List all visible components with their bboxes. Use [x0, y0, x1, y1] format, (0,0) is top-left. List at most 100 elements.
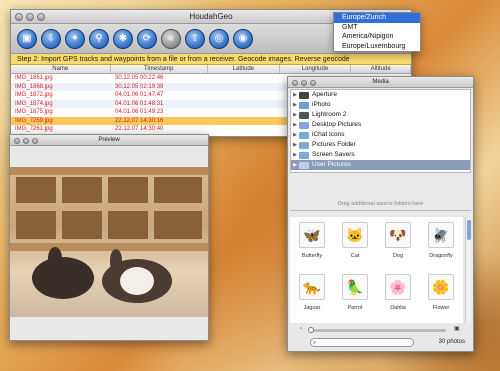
source-item-user-pictures[interactable]: ▶ User Pictures: [291, 160, 470, 170]
photo-count: 30 photos: [438, 339, 465, 345]
file-name: IMG_1875.jpg: [15, 109, 53, 115]
drop-area[interactable]: Drag additional source folders here: [290, 173, 471, 211]
window-controls: [15, 13, 45, 21]
thumbnail-cat[interactable]: 🐱 Cat: [335, 219, 375, 267]
map-button[interactable]: ◎: [209, 28, 229, 49]
disclosure-triangle-icon[interactable]: ▶: [291, 90, 299, 100]
file-name: IMG_1868.jpg: [15, 83, 53, 90]
source-item-aperture[interactable]: ▶ Aperture: [291, 90, 470, 100]
zoom-button[interactable]: [37, 13, 45, 21]
disclosure-triangle-icon[interactable]: ▶: [291, 110, 299, 120]
butterfly-icon: 🦋: [299, 222, 325, 248]
scrollbar-thumb[interactable]: [467, 220, 471, 240]
source-list: ▶ Aperture ▶ iPhoto ▶ Lightroom 2 ▶ Desktop …: [290, 89, 471, 173]
disclosure-triangle-icon[interactable]: ▶: [291, 120, 299, 130]
preview-window: Preview: [9, 134, 209, 341]
thumbnail-jaguar[interactable]: 🐆 Jaguar: [292, 271, 332, 319]
source-item-pictures-folder[interactable]: ▶ Pictures Folder: [291, 140, 470, 150]
timestamp: 04.01.06 01:48:31: [115, 100, 164, 107]
thumbnail-dog[interactable]: 🐶 Dog: [378, 219, 418, 267]
folder-icon: [299, 161, 309, 169]
minimize-button[interactable]: [23, 138, 29, 144]
large-thumbnail-icon[interactable]: ▣: [454, 325, 460, 332]
source-item-screen-savers[interactable]: ▶ Screen Savers: [291, 150, 470, 160]
column-name[interactable]: Name: [11, 65, 111, 73]
small-thumbnail-icon[interactable]: ▫: [300, 326, 302, 332]
waypoint-button[interactable]: ⚲: [89, 28, 109, 49]
sync-icon: ⟳: [142, 33, 152, 44]
column-timestamp[interactable]: Timestamp: [111, 65, 209, 73]
disclosure-triangle-icon[interactable]: ▶: [291, 130, 299, 140]
image-icon: ▣: [22, 33, 32, 44]
rabbit-left: [32, 257, 94, 299]
cubby: [62, 177, 102, 203]
timezone-option[interactable]: GMT: [334, 23, 420, 33]
disclosure-triangle-icon[interactable]: ▶: [291, 160, 299, 170]
disclosure-triangle-icon[interactable]: ▶: [291, 140, 299, 150]
close-button[interactable]: [14, 138, 20, 144]
thumbnail-dragonfly[interactable]: 🪰 Dragonfly: [421, 219, 461, 267]
iphoto-icon: [299, 101, 309, 109]
timestamp: 30.12.05 00:22:46: [115, 75, 164, 81]
back-button[interactable]: «: [161, 28, 181, 49]
parrot-icon: 🦜: [342, 274, 368, 300]
source-item-ichat-icons[interactable]: ▶ iChat Icons: [291, 130, 470, 140]
disclosure-triangle-icon[interactable]: ▶: [291, 150, 299, 160]
earth-icon: ◉: [238, 33, 248, 44]
thumbnail-flower[interactable]: 🌼 Flower: [421, 271, 461, 319]
thumbnail-label: Flower: [432, 305, 450, 311]
minimize-button[interactable]: [26, 13, 34, 21]
globe-icon: ✦: [70, 33, 80, 44]
jaguar-icon: 🐆: [299, 274, 325, 300]
thumbnail-size-slider[interactable]: [308, 327, 446, 333]
slider-knob[interactable]: [308, 327, 314, 333]
minimize-button[interactable]: [301, 80, 307, 86]
zoom-button[interactable]: [32, 138, 38, 144]
cubby: [62, 211, 102, 239]
thumbnail-label: Parrot: [347, 305, 363, 311]
thumbnail-scrollbar[interactable]: [465, 217, 471, 323]
cubby: [16, 211, 56, 239]
export-button[interactable]: ⇧: [185, 28, 205, 49]
preview-title: Preview: [98, 137, 120, 143]
geocode-button[interactable]: ✦: [65, 28, 85, 49]
google-earth-button[interactable]: ◉: [233, 28, 253, 49]
timezone-option[interactable]: Europe/Luxembourg: [334, 42, 420, 52]
timezone-option[interactable]: Europe/Zurich: [334, 13, 420, 23]
thumbnail-butterfly[interactable]: 🦋 Butterfly: [292, 219, 332, 267]
source-item-lightroom[interactable]: ▶ Lightroom 2: [291, 110, 470, 120]
shelf-top: [10, 167, 208, 175]
thumbnail-dahlia[interactable]: 🌸 Dahlia: [378, 271, 418, 319]
close-button[interactable]: [15, 13, 23, 21]
file-name: IMG_1861.jpg: [15, 75, 53, 81]
thumbnail-grid: 🦋 Butterfly 🐱 Cat 🐶 Dog 🪰 Dragonfly 🐆 Jaguar …: [290, 217, 463, 323]
pin-button[interactable]: ✱: [113, 28, 133, 49]
column-altitude[interactable]: Altitude: [351, 65, 411, 73]
thumbnail-parrot[interactable]: 🦜 Parrot: [335, 271, 375, 319]
disclosure-triangle-icon[interactable]: ▶: [291, 100, 299, 110]
close-button[interactable]: [292, 80, 298, 86]
media-titlebar[interactable]: Media: [288, 77, 473, 88]
sync-button[interactable]: ⟳: [137, 28, 157, 49]
pin-icon: ⚲: [95, 33, 103, 44]
cubby: [154, 211, 202, 239]
column-longitude[interactable]: Longitude: [280, 65, 352, 73]
window-title: HoudahGeo: [189, 12, 233, 21]
source-item-iphoto[interactable]: ▶ iPhoto: [291, 100, 470, 110]
import-icon: ⇩: [46, 33, 56, 44]
search-icon: ⌕: [313, 340, 317, 346]
load-images-button[interactable]: ▣: [17, 28, 37, 49]
source-label: iChat Icons: [312, 131, 345, 138]
folder-icon: [299, 131, 309, 139]
search-input[interactable]: ⌕: [310, 338, 414, 347]
timestamp: 30.12.05 02:19:39: [115, 83, 164, 90]
zoom-button[interactable]: [310, 80, 316, 86]
timezone-option[interactable]: America/Nipigon: [334, 32, 420, 42]
import-button[interactable]: ⇩: [41, 28, 61, 49]
column-latitude[interactable]: Latitude: [208, 65, 280, 73]
rabbit-left-ear: [48, 247, 62, 269]
source-label: iPhoto: [312, 101, 331, 108]
preview-titlebar[interactable]: Preview: [10, 135, 208, 146]
window-controls: [292, 80, 316, 86]
source-item-desktop-pictures[interactable]: ▶ Desktop Pictures: [291, 120, 470, 130]
